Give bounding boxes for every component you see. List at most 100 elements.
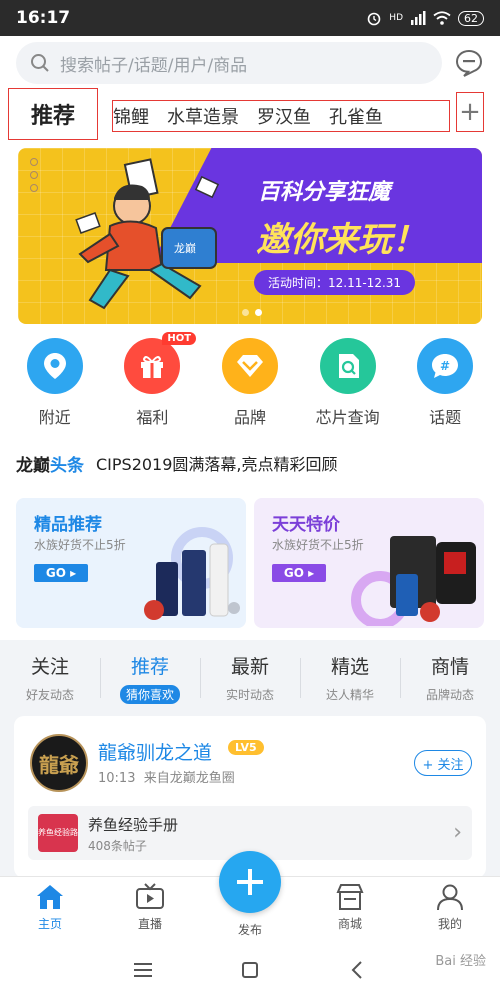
level-badge: LV5 [228,740,264,755]
feed-tab-label: 精选 [330,656,369,678]
topic-title: 养鱼经验手册 [88,816,179,834]
plus-icon [237,869,263,895]
feed-tab-label: 推荐 [130,656,169,678]
promo-title: 天天特价 [272,515,340,535]
post-source: 来自龙巅龙鱼圈 [143,771,235,786]
quick-link-brand[interactable]: 品牌 [210,338,290,434]
promo-banner[interactable]: 龙巅 百科分享狂魔 邀你来玩！ 活动时间：12.11-12.31 [18,148,482,324]
category-aquascape[interactable]: 水草造景 [167,103,255,129]
status-time: 16:17 [16,8,71,28]
promo-card-daily-deal[interactable]: 天天特价 水族好货不止5折 GO ▸ [254,498,484,628]
category-koi[interactable]: 锦鲤 [113,103,165,129]
chip-search-icon [319,338,376,394]
headline-brand: 龙巅头条 [16,451,84,476]
menu-icon[interactable] [123,950,163,990]
store-icon [336,884,364,910]
hot-badge: HOT [162,332,197,345]
product-devices-image [351,536,476,626]
add-category-button[interactable]: + [456,92,484,132]
tab-recommended[interactable]: 推荐 猜你喜欢 [100,652,200,708]
back-icon[interactable] [337,950,377,990]
home-icon [37,885,63,909]
nav-label: 主页 [37,917,62,931]
quick-link-label: 福利 [136,408,169,427]
chat-bubble-icon [455,49,483,77]
status-icons: HD 62 [366,10,484,26]
feed-tab-label: 关注 [30,656,69,678]
topic-count: 408条帖子 [88,839,147,853]
promo-subtitle: 水族好货不止5折 [34,538,126,552]
tab-recommend-label: 推荐 [30,98,76,130]
tab-latest[interactable]: 最新 实时动态 [200,652,300,708]
banner-pager [242,309,262,316]
feed-tab-sub: 猜你喜欢 [119,685,180,704]
nav-label: 直播 [137,917,162,931]
feed-tab-sub: 品牌动态 [425,688,474,702]
promo-go-button[interactable]: GO ▸ [34,564,88,582]
follow-button[interactable]: + 关注 [414,750,472,776]
bottom-nav: 主页 直播 商城 我的 发布 [0,851,500,940]
quick-link-topics[interactable]: # 话题 [405,338,485,434]
tv-icon [136,883,164,909]
watermark: Bai 经验 [435,954,486,969]
promo-go-button[interactable]: GO ▸ [272,564,326,582]
feed-tab-label: 最新 [230,656,269,678]
wifi-icon [433,11,451,25]
category-guppy[interactable]: 孔雀鱼 [329,103,399,129]
tab-selected[interactable]: 精选 达人精华 [300,652,400,708]
bag-label: 龙巅 [174,242,196,255]
promo-title: 精品推荐 [34,515,102,535]
tab-recommend[interactable]: 推荐 [8,88,98,140]
nav-live[interactable]: 直播 [100,877,200,940]
banner-headline: 邀你来玩！ [256,220,426,260]
system-nav-bar [0,940,500,1000]
hashtag-icon: # [417,338,474,394]
home-square-icon[interactable] [230,950,270,990]
cartoon-man-illustration: 龙巅 [75,158,220,310]
product-bottles-image [144,527,240,620]
feed-tab-label: 商情 [430,656,469,678]
banner-time: 活动时间：12.11-12.31 [254,270,416,295]
quick-link-welfare[interactable]: HOT 福利 [112,332,197,434]
svg-text:#: # [440,359,450,373]
promo-go-label: GO [283,566,304,580]
message-button[interactable] [454,48,486,80]
feed-tabs: 关注 好友动态 推荐 猜你喜欢 最新 实时动态 精选 达人精华 商情 品牌动态 [0,652,500,708]
gift-icon [124,338,181,394]
promo-card-featured[interactable]: 精品推荐 水族好货不止5折 GO ▸ [16,498,246,628]
tab-follow[interactable]: 关注 好友动态 [0,652,100,708]
nav-store[interactable]: 商城 [300,877,400,940]
post-author[interactable]: 龍爺驯龙之道 [98,738,212,765]
category-flowerhorn[interactable]: 罗汉鱼 [257,103,327,129]
quick-link-chip-lookup[interactable]: 芯片查询 [308,338,388,434]
diamond-icon [221,338,278,394]
promo-go-label: GO [45,566,66,580]
feed-tab-sub: 达人精华 [325,688,374,702]
post-time: 10:13 [98,771,136,786]
headline-brand-suffix: 头条 [50,455,84,476]
tab-business[interactable]: 商情 品牌动态 [400,652,500,708]
nav-home[interactable]: 主页 [0,877,100,940]
search-row: 搜索帖子/话题/用户/商品 [0,42,500,86]
signal-icon [411,11,426,25]
publish-button[interactable] [219,851,281,913]
nav-label: 我的 [437,917,462,931]
feed-tab-sub: 好友动态 [25,688,74,702]
avatar[interactable]: 龍爺 [30,734,88,792]
news-headline[interactable]: 龙巅头条 CIPS2019圆满落幕,亮点精彩回顾 [16,450,486,476]
quick-links: 附近 HOT 福利 品牌 芯片查询 # 话题 [0,332,500,434]
search-input[interactable]: 搜索帖子/话题/用户/商品 [16,42,442,84]
quick-link-label: 品牌 [233,408,266,427]
status-bar: 16:17 HD 62 [0,0,500,36]
nav-label: 商城 [337,917,362,931]
quick-link-label: 芯片查询 [315,408,380,427]
nav-profile[interactable]: 我的 [400,877,500,940]
feed-tab-sub: 实时动态 [225,688,274,702]
banner-title: 百科分享狂魔 [258,180,391,205]
headline-brand-prefix: 龙巅 [16,455,50,476]
category-list: 锦鲤 水草造景 罗汉鱼 孔雀鱼 [112,100,450,132]
battery-indicator: 62 [458,10,484,26]
search-icon [31,54,49,72]
chevron-right-icon: › [453,820,462,845]
quick-link-nearby[interactable]: 附近 [15,338,95,434]
